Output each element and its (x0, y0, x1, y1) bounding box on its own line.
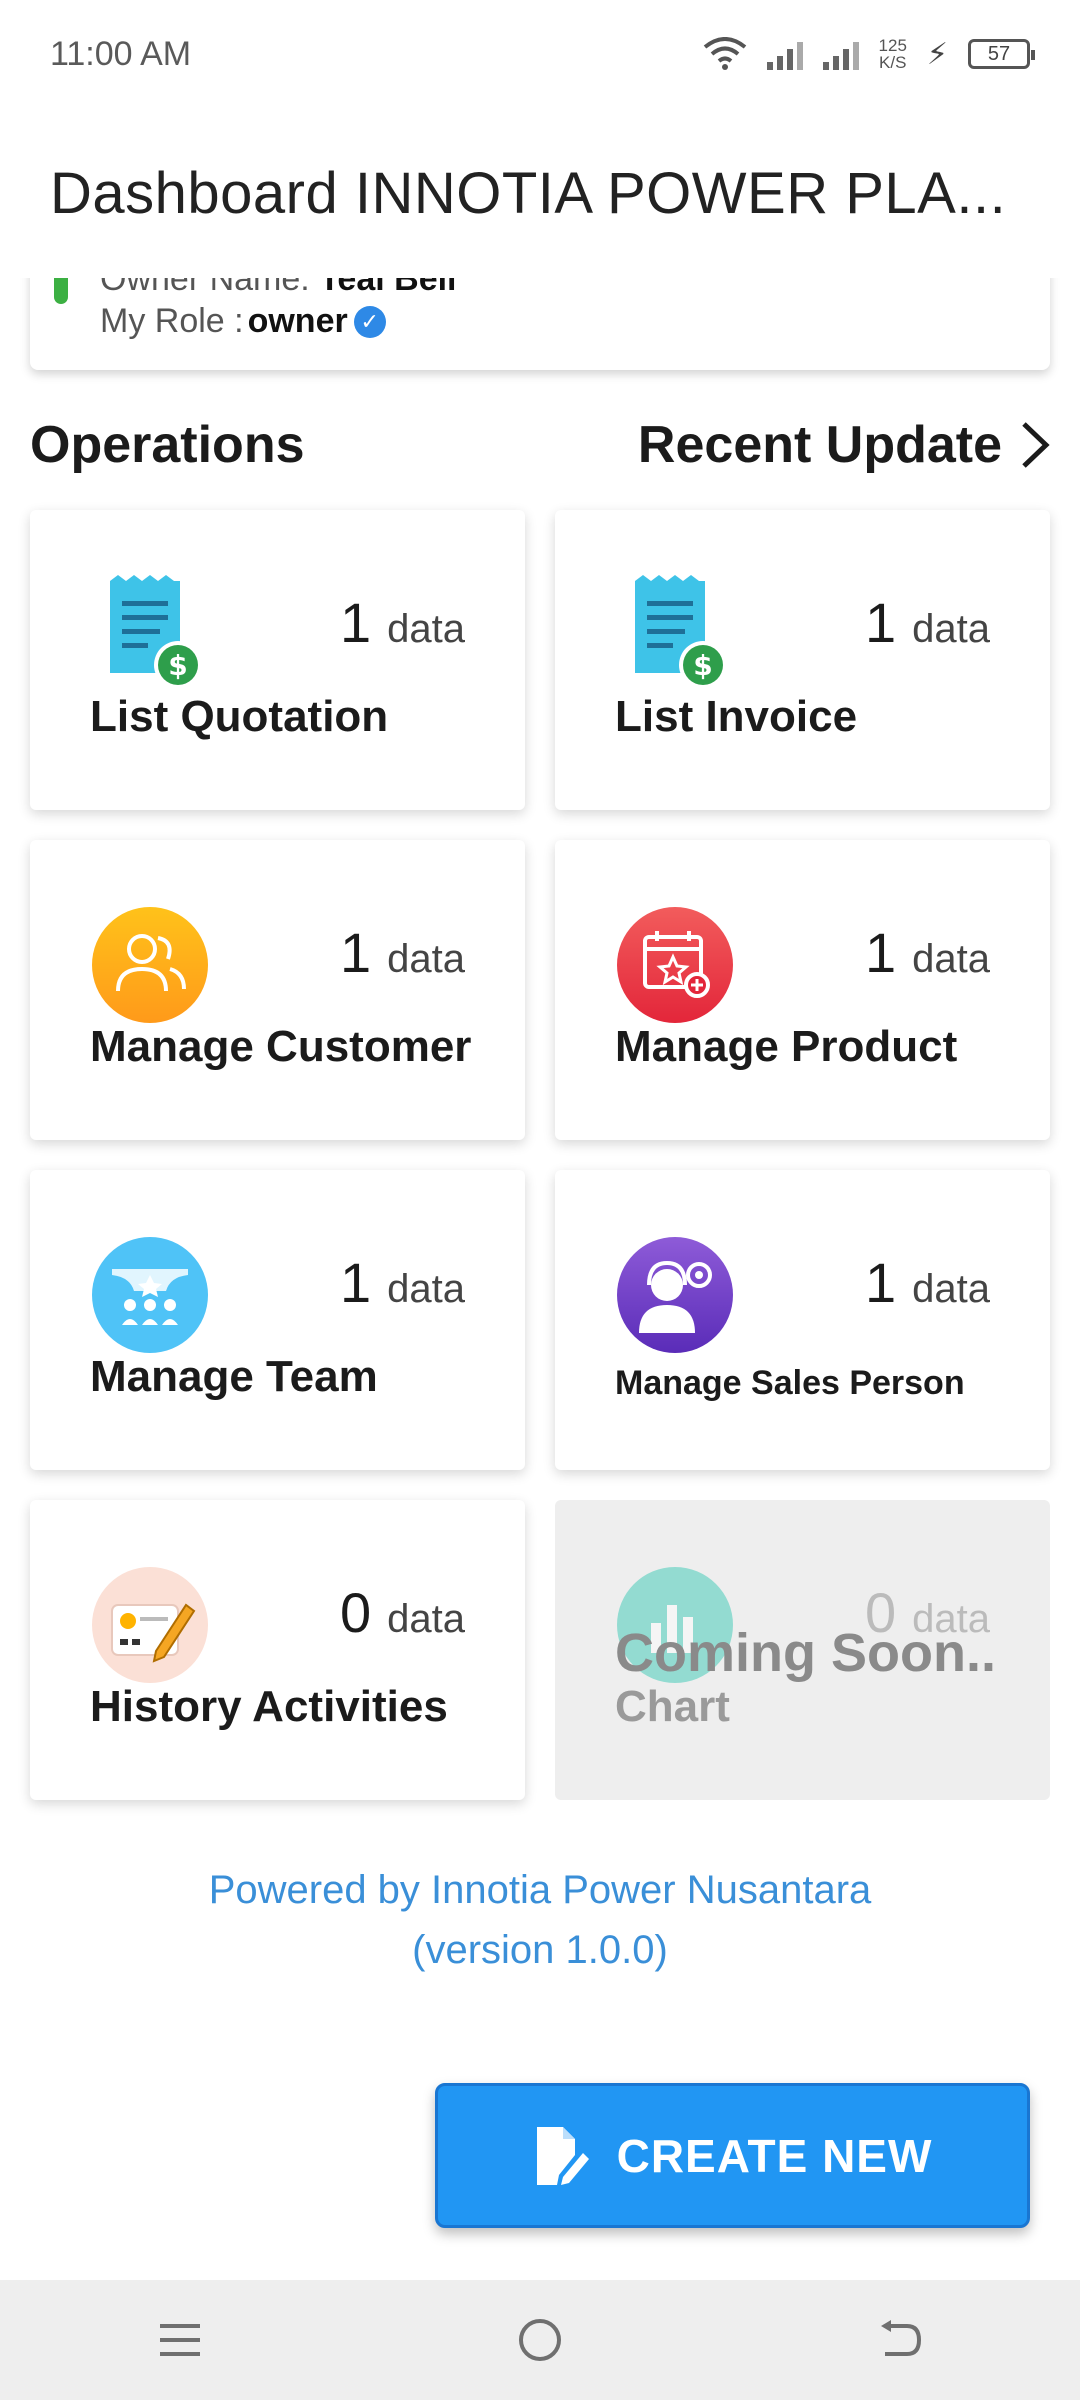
count-value: 0 (339, 1581, 372, 1644)
coming-soon-label: Coming Soon.. (615, 1623, 996, 1683)
count-unit: data (912, 937, 990, 981)
create-new-button[interactable]: CREATE NEW (435, 2083, 1030, 2228)
recent-update-link[interactable]: Recent Update (638, 415, 1050, 475)
edit-document-icon (536, 2126, 589, 2185)
tile-count: 1 data (340, 1250, 465, 1315)
signal-icon (766, 38, 803, 70)
tile-label: Manage Customer (90, 1022, 472, 1071)
tile-count: 0 data (340, 1580, 465, 1645)
svg-text:$: $ (693, 649, 712, 682)
network-speed: 125 K/S (879, 37, 907, 71)
tile-manage-sales-person[interactable]: 1 data Manage Sales Person (555, 1170, 1050, 1470)
tile-label: History Activities (90, 1682, 448, 1731)
count-value: 1 (339, 921, 372, 984)
powered-by: Powered by Innotia Power Nusantara (208, 1868, 872, 1912)
back-icon (881, 2320, 922, 2356)
count-unit: data (912, 607, 990, 651)
owner-role-value: owner (247, 302, 348, 340)
system-nav-bar (0, 2280, 1080, 2400)
menu-icon (160, 2324, 200, 2356)
tile-count: 1 data (865, 1250, 990, 1315)
tile-manage-product[interactable]: 1 data Manage Product (555, 840, 1050, 1140)
tile-label: Manage Product (615, 1022, 958, 1071)
tile-label: Chart (615, 1682, 730, 1731)
history-icon (92, 1567, 208, 1683)
tile-list-invoice[interactable]: $ 1 data List Invoice (555, 510, 1050, 810)
count-unit: data (387, 937, 465, 981)
owner-role-label: My Role : (100, 302, 244, 340)
count-value: 1 (864, 591, 897, 654)
verified-icon: ✓ (353, 305, 386, 338)
speed-value: 125 (878, 36, 907, 55)
version-label: (version 1.0.0) (412, 1928, 668, 1972)
recent-update-label: Recent Update (637, 416, 1002, 474)
tile-count: 1 data (340, 920, 465, 985)
count-unit: data (387, 1267, 465, 1311)
owner-role: My Role : owner ✓ (100, 302, 386, 341)
chevron-right-icon (1022, 422, 1050, 468)
nav-menu-button[interactable] (140, 2300, 220, 2380)
product-icon (617, 907, 733, 1023)
tile-count: 1 data (865, 590, 990, 655)
charging-icon: ⚡ (926, 37, 948, 71)
invoice-icon: $ (635, 575, 727, 689)
signal-icon (822, 38, 859, 70)
tile-history-activities[interactable]: 0 data History Activities (30, 1500, 525, 1800)
page-title: Dashboard INNOTIA POWER PLA... (50, 160, 1007, 226)
status-time: 11:00 AM (50, 34, 192, 73)
tile-chart: 0 data Coming Soon.. Chart (555, 1500, 1050, 1800)
operations-heading: Operations (30, 416, 305, 474)
quotation-icon: $ (110, 575, 202, 689)
svg-text:$: $ (168, 649, 187, 682)
section-header: Operations Recent Update (30, 405, 1050, 485)
count-unit: data (387, 1597, 465, 1641)
customer-icon (92, 907, 208, 1023)
nav-home-button[interactable] (500, 2300, 580, 2380)
speed-unit: K/S (879, 53, 907, 72)
app-bar: Dashboard INNOTIA POWER PLA... (0, 108, 1080, 278)
wifi-icon (703, 37, 746, 70)
tile-list-quotation[interactable]: $ 1 data List Quotation (30, 510, 525, 810)
team-icon (92, 1237, 208, 1353)
tile-manage-team[interactable]: 1 data Manage Team (30, 1170, 525, 1470)
count-value: 1 (339, 1251, 372, 1314)
count-unit: data (912, 1267, 990, 1311)
battery-icon: 57 (968, 39, 1035, 69)
nav-back-button[interactable] (860, 2300, 940, 2380)
count-unit: data (387, 607, 465, 651)
status-bar: 11:00 AM 125 K/S ⚡ 57 (0, 0, 1080, 108)
status-icons: 125 K/S ⚡ 57 (703, 37, 1035, 72)
create-new-label: CREATE NEW (616, 2129, 933, 2182)
count-value: 1 (339, 591, 372, 654)
tile-label: Manage Team (90, 1352, 378, 1401)
tile-label: Manage Sales Person (615, 1364, 965, 1402)
tile-label: List Quotation (90, 692, 389, 741)
tile-count: 1 data (340, 590, 465, 655)
tile-manage-customer[interactable]: 1 data Manage Customer (30, 840, 525, 1140)
footer: Powered by Innotia Power Nusantara (vers… (0, 1860, 1080, 1980)
sales-person-icon (617, 1237, 733, 1353)
tile-label: List Invoice (615, 692, 858, 741)
home-icon (519, 2319, 561, 2361)
count-value: 1 (864, 1251, 897, 1314)
count-value: 1 (864, 921, 897, 984)
tile-count: 1 data (865, 920, 990, 985)
